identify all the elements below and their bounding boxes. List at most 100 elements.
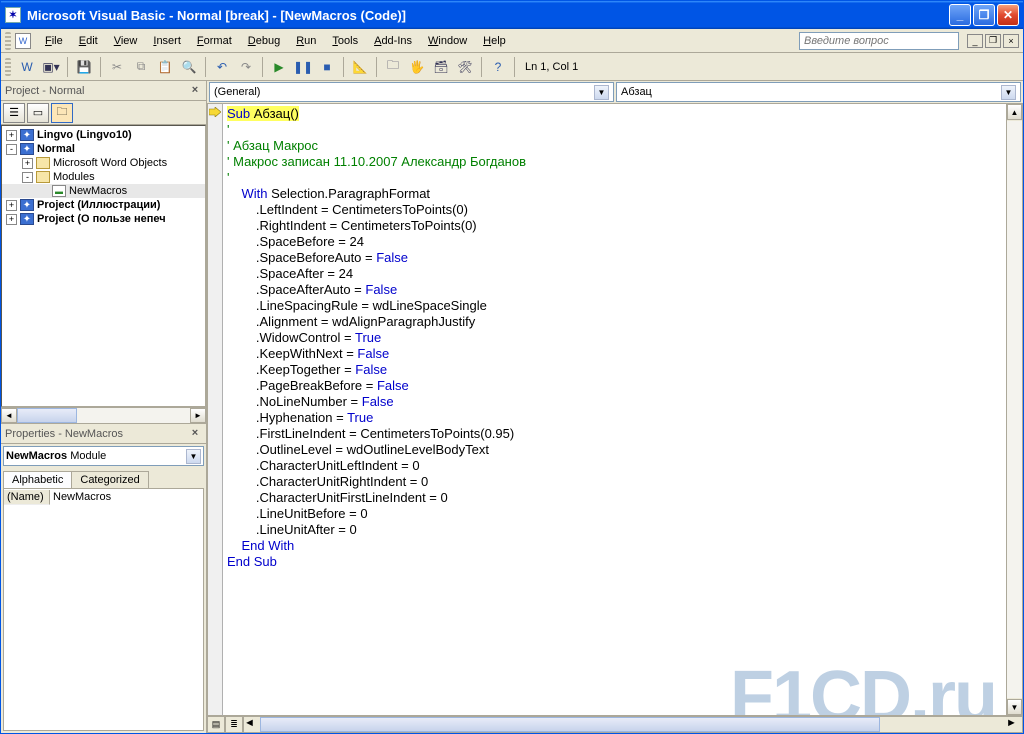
properties-grid[interactable]: (Name)NewMacros [3, 488, 204, 731]
menu-add-ins[interactable]: Add-Ins [366, 33, 420, 49]
code-line[interactable]: .OutlineLevel = wdOutlineLevelBodyText [227, 442, 1002, 458]
minimize-button[interactable]: _ [949, 4, 971, 26]
tab-alphabetic[interactable]: Alphabetic [3, 471, 72, 488]
view-code-button[interactable]: ☰ [3, 103, 25, 123]
tree-node[interactable]: +Microsoft Word Objects [2, 156, 205, 170]
code-line[interactable]: .KeepWithNext = False [227, 346, 1002, 362]
code-line[interactable]: End With [227, 538, 1002, 554]
code-line[interactable]: .NoLineNumber = False [227, 394, 1002, 410]
code-line[interactable]: .LineUnitAfter = 0 [227, 522, 1002, 538]
collapse-icon[interactable]: - [6, 144, 17, 155]
scroll-right-icon[interactable]: ► [1006, 717, 1022, 732]
code-line[interactable]: .CharacterUnitRightIndent = 0 [227, 474, 1002, 490]
code-line[interactable]: .SpaceAfter = 24 [227, 266, 1002, 282]
toolbox-button[interactable]: 🛠 [454, 56, 476, 78]
project-explorer-close-icon[interactable]: × [188, 84, 202, 98]
code-line[interactable]: .CharacterUnitLeftIndent = 0 [227, 458, 1002, 474]
chevron-down-icon[interactable]: ▼ [186, 449, 201, 464]
find-button[interactable]: 🔍 [178, 56, 200, 78]
tree-node[interactable]: +✦Project (Иллюстрации) [2, 198, 205, 212]
tree-node[interactable]: +✦Lingvo (Lingvo10) [2, 128, 205, 142]
code-line[interactable]: .PageBreakBefore = False [227, 378, 1002, 394]
code-line[interactable]: .SpaceBefore = 24 [227, 234, 1002, 250]
design-mode-button[interactable]: 📐 [349, 56, 371, 78]
menu-debug[interactable]: Debug [240, 33, 288, 49]
property-row[interactable]: (Name)NewMacros [4, 489, 203, 505]
toggle-folders-button[interactable]: 🗀 [51, 103, 73, 123]
mdi-restore-button[interactable]: ❐ [985, 34, 1001, 48]
mdi-close-button[interactable]: × [1003, 34, 1019, 48]
menu-view[interactable]: View [106, 33, 146, 49]
save-button[interactable]: 💾 [73, 56, 95, 78]
project-explorer-button[interactable]: 🗀 [382, 56, 404, 78]
scroll-right-icon[interactable]: ► [190, 408, 206, 423]
redo-button[interactable]: ↷ [235, 56, 257, 78]
code-line[interactable]: Sub Абзац() [227, 106, 1002, 122]
code-line[interactable]: .CharacterUnitFirstLineIndent = 0 [227, 490, 1002, 506]
word-doc-icon[interactable]: W [15, 33, 31, 49]
ask-question-input[interactable] [799, 32, 959, 50]
scroll-down-icon[interactable]: ▼ [1007, 699, 1022, 715]
code-line[interactable]: .Alignment = wdAlignParagraphJustify [227, 314, 1002, 330]
menu-run[interactable]: Run [288, 33, 324, 49]
editor-vscrollbar[interactable]: ▲ ▼ [1007, 103, 1023, 716]
menu-format[interactable]: Format [189, 33, 240, 49]
chevron-down-icon[interactable]: ▼ [594, 85, 609, 100]
mdi-minimize-button[interactable]: _ [967, 34, 983, 48]
close-button[interactable]: ✕ [997, 4, 1019, 26]
property-value[interactable]: NewMacros [50, 490, 203, 504]
reset-button[interactable]: ■ [316, 56, 338, 78]
code-line[interactable]: .KeepTogether = False [227, 362, 1002, 378]
object-dropdown[interactable]: (General)▼ [209, 82, 614, 102]
menu-help[interactable]: Help [475, 33, 514, 49]
properties-close-icon[interactable]: × [188, 427, 202, 441]
code-line[interactable]: .SpaceBeforeAuto = False [227, 250, 1002, 266]
properties-object-combo[interactable]: NewMacros Module ▼ [3, 446, 204, 466]
scroll-left-icon[interactable]: ◄ [244, 717, 260, 732]
project-tree[interactable]: +✦Lingvo (Lingvo10)-✦Normal+Microsoft Wo… [1, 125, 206, 407]
tree-node[interactable]: ▬NewMacros [2, 184, 205, 198]
grip-icon[interactable] [5, 58, 11, 76]
chevron-down-icon[interactable]: ▼ [1001, 85, 1016, 100]
code-line[interactable]: .WidowControl = True [227, 330, 1002, 346]
tree-node[interactable]: +✦Project (О пользе непеч [2, 212, 205, 226]
break-button[interactable]: ❚❚ [292, 56, 314, 78]
maximize-button[interactable]: ❐ [973, 4, 995, 26]
properties-button[interactable]: 🖐 [406, 56, 428, 78]
copy-button[interactable]: ⧉ [130, 56, 152, 78]
grip-icon[interactable] [5, 32, 11, 50]
expand-icon[interactable]: + [22, 158, 33, 169]
view-object-button[interactable]: ▭ [27, 103, 49, 123]
code-line[interactable]: .FirstLineIndent = CentimetersToPoints(0… [227, 426, 1002, 442]
expand-icon[interactable]: + [6, 130, 17, 141]
paste-button[interactable]: 📋 [154, 56, 176, 78]
code-line[interactable]: .LeftIndent = CentimetersToPoints(0) [227, 202, 1002, 218]
editor-hscrollbar[interactable]: ◄ ► [243, 716, 1023, 733]
cut-button[interactable]: ✂ [106, 56, 128, 78]
code-editor[interactable]: Sub Абзац()'' Абзац Макрос' Макрос запис… [223, 103, 1007, 716]
scroll-up-icon[interactable]: ▲ [1007, 104, 1022, 120]
code-line[interactable]: .RightIndent = CentimetersToPoints(0) [227, 218, 1002, 234]
expand-icon[interactable]: + [6, 214, 17, 225]
scroll-thumb[interactable] [260, 717, 880, 732]
menu-tools[interactable]: Tools [324, 33, 366, 49]
collapse-icon[interactable]: - [22, 172, 33, 183]
tab-categorized[interactable]: Categorized [71, 471, 148, 488]
scroll-left-icon[interactable]: ◄ [1, 408, 17, 423]
object-browser-button[interactable]: 🗃 [430, 56, 452, 78]
tree-node[interactable]: -✦Normal [2, 142, 205, 156]
help-button[interactable]: ? [487, 56, 509, 78]
code-line[interactable]: ' [227, 122, 1002, 138]
tree-node[interactable]: -Modules [2, 170, 205, 184]
menu-file[interactable]: File [37, 33, 71, 49]
menu-insert[interactable]: Insert [145, 33, 189, 49]
view-word-button[interactable]: W [16, 56, 38, 78]
code-line[interactable]: End Sub [227, 554, 1002, 570]
tree-hscrollbar[interactable]: ◄ ► [1, 407, 206, 423]
code-margin[interactable] [207, 103, 223, 716]
menu-edit[interactable]: Edit [71, 33, 106, 49]
code-line[interactable]: With Selection.ParagraphFormat [227, 186, 1002, 202]
menu-window[interactable]: Window [420, 33, 475, 49]
code-line[interactable]: ' Абзац Макрос [227, 138, 1002, 154]
code-line[interactable]: ' Макрос записан 11.10.2007 Александр Бо… [227, 154, 1002, 170]
